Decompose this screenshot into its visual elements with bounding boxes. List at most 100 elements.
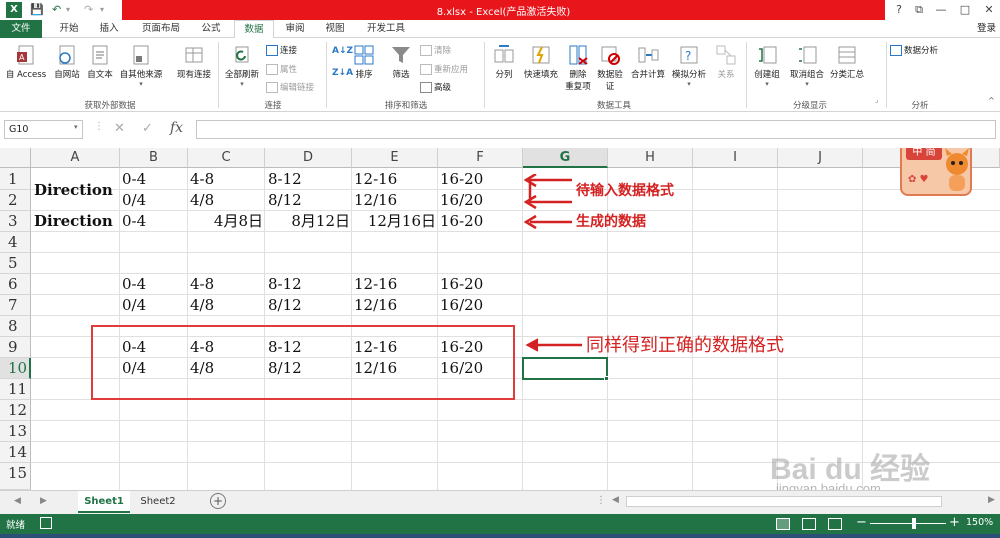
row-header[interactable]: 2 [0,190,31,211]
cell-d6[interactable]: 8-12 [268,274,302,295]
page-layout-view-icon[interactable] [802,518,816,530]
hscroll-split-icon[interactable]: ⋮ [596,495,606,506]
subtotal-button[interactable]: 分类汇总 [828,44,866,80]
ime-settings-icon[interactable]: ✿ ♥ [908,174,929,185]
cell-e6[interactable]: 12-16 [354,274,397,295]
cell-c3[interactable]: 4月8日 [188,211,263,232]
horizontal-scrollbar-thumb[interactable] [626,496,942,507]
cell-e2[interactable]: 12/16 [354,190,397,211]
cell-f6[interactable]: 16-20 [440,274,483,295]
page-break-view-icon[interactable] [828,518,842,530]
undo-icon[interactable]: ↶ [52,2,61,18]
cell-a3[interactable]: Direction [34,211,113,232]
tab-home[interactable]: 开始 [52,20,86,38]
hscroll-left-icon[interactable]: ◀ [612,495,619,505]
column-header[interactable]: E [352,148,438,168]
row-header[interactable]: 5 [0,253,31,274]
column-header[interactable]: H [608,148,693,168]
tab-view[interactable]: 视图 [320,20,350,38]
zoom-slider-thumb[interactable] [912,518,916,529]
connections-button[interactable]: 连接 [266,44,297,56]
cancel-entry-icon[interactable]: ✕ [114,121,125,136]
customize-qat-icon[interactable]: ▾ [100,2,104,18]
existing-connections-button[interactable]: 现有连接 [172,44,216,80]
normal-view-icon[interactable] [776,518,790,530]
tab-developer[interactable]: 开发工具 [360,20,412,38]
row-header[interactable]: 7 [0,295,31,316]
select-all-corner[interactable] [0,148,31,168]
redo-icon[interactable]: ↷ [84,2,93,18]
row-header-selected[interactable]: 10 [0,358,31,379]
cell-e3[interactable]: 12月16日 [352,211,436,232]
zoom-out-button[interactable]: − [856,515,867,530]
ime-widget[interactable]: 中 简 ✿ ♥ [900,148,972,196]
sheet-tab-sheet1[interactable]: Sheet1 [78,491,130,513]
cell-f1[interactable]: 16-20 [440,169,483,190]
properties-button[interactable]: 属性 [266,63,297,75]
cell-d7[interactable]: 8/12 [268,295,302,316]
tab-review[interactable]: 审阅 [280,20,310,38]
reapply-button[interactable]: 重新应用 [420,63,468,75]
fill-handle[interactable] [604,376,609,381]
cell-c7[interactable]: 4/8 [190,295,214,316]
column-header-selected[interactable]: G [523,148,608,168]
save-icon[interactable]: 💾 [30,2,44,18]
cell-a1[interactable]: Direction [34,180,113,201]
undo-dropdown-icon[interactable]: ▾ [66,2,70,18]
row-header[interactable]: 13 [0,421,31,442]
data-analysis-button[interactable]: 数据分析 [890,44,938,56]
refresh-all-button[interactable]: 全部刷新 ▾ [222,44,262,88]
cell-f3[interactable]: 16-20 [440,211,483,232]
column-header[interactable]: B [120,148,188,168]
cell-f7[interactable]: 16/20 [440,295,483,316]
sort-descending-icon[interactable]: Z↓A [332,68,353,78]
column-header[interactable]: I [693,148,778,168]
cell-d3[interactable]: 8月12日 [265,211,350,232]
from-text-button[interactable]: 自文本 [84,44,116,80]
cell-f2[interactable]: 16/20 [440,190,483,211]
row-header[interactable]: 4 [0,232,31,253]
from-other-sources-button[interactable]: 自其他来源 ▾ [116,44,166,88]
cell-c2[interactable]: 4/8 [190,190,214,211]
cell-c1[interactable]: 4-8 [190,169,214,190]
outline-dialog-launcher-icon[interactable]: ⌟ [875,96,878,104]
sign-in-link[interactable]: 登录 [977,20,996,38]
column-header[interactable]: C [188,148,265,168]
zoom-slider-track[interactable] [870,523,946,524]
cell-e1[interactable]: 12-16 [354,169,397,190]
from-web-button[interactable]: 自网站 [50,44,84,80]
row-header[interactable]: 9 [0,337,31,358]
column-header[interactable]: D [265,148,352,168]
column-header[interactable]: F [438,148,523,168]
tab-page-layout[interactable]: 页面布局 [134,20,188,38]
formula-bar-resize-icon[interactable]: ⋮ [94,121,104,132]
column-header[interactable]: A [31,148,120,168]
tab-data[interactable]: 数据 [234,20,274,39]
what-if-analysis-button[interactable]: ? 模拟分析 ▾ [668,44,710,88]
close-button[interactable]: ✕ [976,0,1000,20]
consolidate-button[interactable]: 合并计算 [628,44,668,80]
collapse-ribbon-icon[interactable]: ^ [988,96,995,105]
scroll-sheets-left-icon[interactable]: ◀ [14,496,21,506]
text-to-columns-button[interactable]: 分列 [488,44,520,80]
add-sheet-icon[interactable]: + [210,493,226,509]
ungroup-button[interactable]: 取消组合 ▾ [786,44,828,88]
row-header[interactable]: 8 [0,316,31,337]
relationships-button[interactable]: 关系 [712,44,740,80]
minimize-button[interactable]: — [928,0,954,20]
column-header[interactable]: J [778,148,863,168]
cell-c6[interactable]: 4-8 [190,274,214,295]
sheet-tab-sheet2[interactable]: Sheet2 [132,491,184,513]
macro-record-icon[interactable] [40,517,52,529]
row-header[interactable]: 1 [0,168,31,190]
cell-b1[interactable]: 0-4 [122,169,146,190]
cell-b6[interactable]: 0-4 [122,274,146,295]
edit-links-button[interactable]: 编辑链接 [266,81,314,93]
scroll-sheets-right-icon[interactable]: ▶ [40,496,47,506]
tab-insert[interactable]: 插入 [92,20,126,38]
filter-button[interactable]: 筛选 [386,44,416,80]
insert-function-icon[interactable]: fx [170,120,183,136]
flash-fill-button[interactable]: 快速填充 [520,44,562,80]
row-header[interactable]: 11 [0,379,31,400]
active-cell-g10[interactable] [522,357,608,380]
